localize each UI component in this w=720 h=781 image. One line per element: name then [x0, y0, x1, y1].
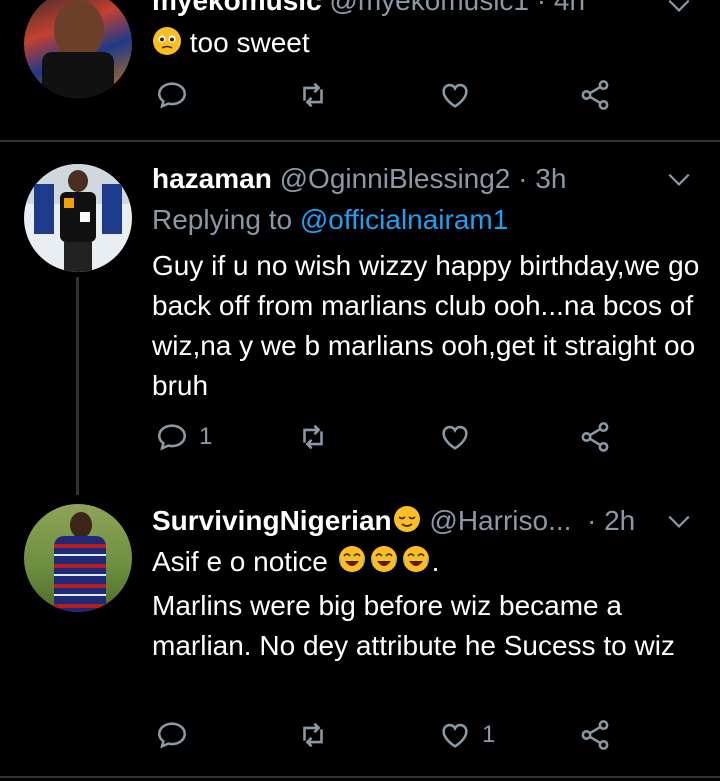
user-handle[interactable]: @OginniBlessing2: [280, 163, 511, 194]
user-name[interactable]: myekomusic: [152, 0, 322, 16]
divider: [0, 776, 720, 778]
tweet-text-first: Asif e o notice: [152, 546, 328, 577]
replying-label: Replying to: [152, 204, 293, 235]
tweet-text-line1: Asif e o notice .: [152, 542, 702, 586]
tears-of-joy-emoji-icon: [336, 543, 432, 586]
retweet-icon: [303, 722, 323, 748]
share-button[interactable]: [578, 420, 612, 454]
separator-dot: ·: [536, 0, 554, 16]
share-icon: [581, 80, 609, 110]
user-name[interactable]: hazaman: [152, 163, 272, 194]
heart-icon: [442, 723, 468, 748]
retweet-button[interactable]: [296, 78, 330, 112]
avatar[interactable]: [24, 504, 132, 612]
heart-icon: [442, 425, 468, 450]
share-icon: [581, 720, 609, 750]
separator-dot: ·: [579, 505, 605, 536]
like-count: 1: [482, 721, 496, 748]
tweet-text: Asif e o notice . Marlins were big befor…: [152, 542, 702, 666]
reply-button[interactable]: [155, 78, 189, 112]
chevron-down-icon[interactable]: [666, 508, 692, 534]
share-button[interactable]: [578, 718, 612, 752]
reply-button[interactable]: [155, 718, 189, 752]
reply-mention-link[interactable]: @officialnairam1: [300, 204, 508, 235]
reply-count: 1: [199, 423, 213, 450]
user-handle[interactable]: @Harriso...: [429, 505, 571, 536]
user-handle[interactable]: @myekomusic1: [329, 0, 529, 16]
timestamp[interactable]: 3h: [535, 163, 566, 194]
timestamp[interactable]: 2h: [604, 505, 635, 536]
tweet-text-rest: Marlins were big before wiz became a mar…: [152, 590, 675, 661]
reply-button[interactable]: 1: [155, 420, 212, 454]
retweet-icon: [303, 82, 323, 108]
retweet-button[interactable]: [296, 420, 330, 454]
heart-icon: [442, 83, 468, 108]
retweet-icon: [303, 424, 323, 450]
reply-icon: [157, 722, 187, 749]
share-icon: [581, 422, 609, 452]
reply-icon: [157, 424, 187, 451]
share-button[interactable]: [578, 78, 612, 112]
replying-to: Replying to @officialnairam1: [152, 203, 508, 237]
tweet-text: too sweet: [152, 23, 702, 67]
avatar[interactable]: [24, 164, 132, 272]
pleading-face-emoji-icon: [152, 26, 182, 67]
separator-dot: ·: [518, 163, 536, 194]
tweet-text: Guy if u no wish wizzy happy birthday,we…: [152, 250, 700, 401]
tweet-text-content: too sweet: [189, 27, 310, 58]
tweet-2[interactable]: hazaman @OginniBlessing2 · 3h Replying t…: [0, 142, 720, 502]
chevron-down-icon[interactable]: [666, 0, 692, 18]
like-button[interactable]: [438, 420, 472, 454]
user-name[interactable]: SurvivingNigerian: [152, 505, 392, 536]
retweet-button[interactable]: [296, 718, 330, 752]
like-button[interactable]: [438, 78, 472, 112]
tweet-3[interactable]: SurvivingNigerian @Harriso... · 2h Asif …: [0, 502, 720, 781]
chevron-down-icon[interactable]: [666, 166, 692, 192]
tweet-1[interactable]: myekomusic @myekomusic1 · 4h too sweet: [0, 0, 720, 140]
like-button[interactable]: 1: [438, 718, 495, 752]
reply-icon: [157, 82, 187, 109]
relieved-face-emoji-icon: [392, 504, 422, 542]
timestamp[interactable]: 4h: [554, 0, 585, 16]
